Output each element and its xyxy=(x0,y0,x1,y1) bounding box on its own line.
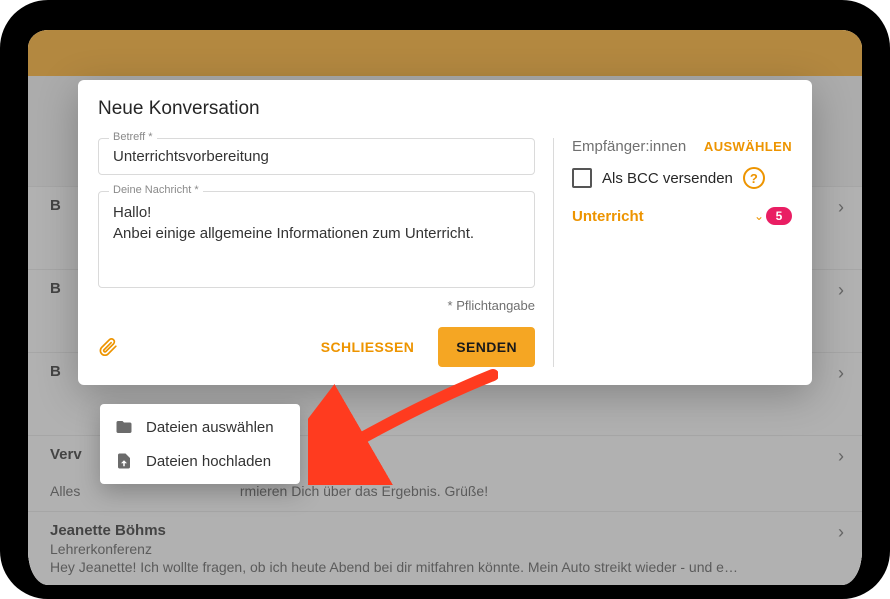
message-label: Deine Nachricht * xyxy=(109,184,203,196)
send-button[interactable]: SENDEN xyxy=(438,327,535,367)
tablet-frame: B › B › B › Verv Terminanfrage für das O… xyxy=(0,0,890,599)
modal-title: Neue Konversation xyxy=(98,98,792,120)
upload-file-icon xyxy=(114,452,134,470)
folder-icon xyxy=(114,418,134,436)
subject-label: Betreff * xyxy=(109,131,157,143)
subject-input[interactable] xyxy=(111,147,526,166)
menu-item-label: Dateien hochladen xyxy=(146,453,271,470)
new-conversation-modal: Neue Konversation Betreff * Deine Nachri… xyxy=(78,80,812,385)
device-camera xyxy=(436,12,454,30)
close-button[interactable]: SCHLIESSEN xyxy=(311,329,424,365)
attachment-menu: Dateien auswählen Dateien hochladen xyxy=(100,404,300,484)
chevron-down-icon: ⌄ xyxy=(754,209,764,223)
group-count-badge: 5 xyxy=(766,207,792,225)
menu-choose-files[interactable]: Dateien auswählen xyxy=(100,410,300,444)
subject-field-wrapper: Betreff * xyxy=(98,138,535,175)
menu-upload-files[interactable]: Dateien hochladen xyxy=(100,444,300,478)
help-icon[interactable]: ? xyxy=(743,167,765,189)
group-name: Unterricht xyxy=(572,208,644,225)
message-field-wrapper: Deine Nachricht * xyxy=(98,191,535,288)
recipient-group-row[interactable]: Unterricht ⌄ 5 xyxy=(572,207,792,225)
recipients-heading: Empfänger:innen xyxy=(572,138,686,155)
bcc-checkbox[interactable] xyxy=(572,168,592,188)
required-hint: * Pflichtangabe xyxy=(98,298,535,313)
attach-button[interactable] xyxy=(98,335,118,359)
select-recipients-button[interactable]: AUSWÄHLEN xyxy=(704,139,792,154)
message-textarea[interactable] xyxy=(111,200,526,274)
bcc-row[interactable]: Als BCC versenden ? xyxy=(572,167,792,189)
menu-item-label: Dateien auswählen xyxy=(146,419,274,436)
bcc-label: Als BCC versenden xyxy=(602,170,733,187)
paperclip-icon xyxy=(98,335,118,359)
